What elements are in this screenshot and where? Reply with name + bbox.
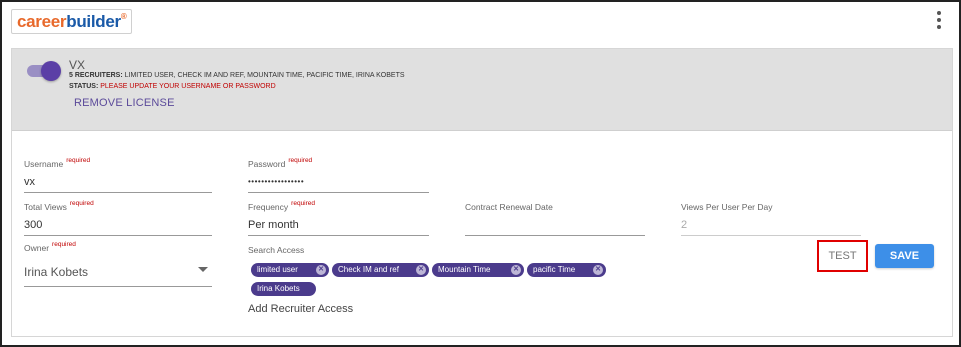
contract-renewal-input[interactable] — [465, 218, 645, 232]
total-views-label: Total Views required — [24, 200, 94, 212]
views-per-user-label: Views Per User Per Day — [681, 202, 773, 212]
chip-check-im-and-ref[interactable]: Check IM and ref ✕ — [332, 263, 429, 277]
remove-license-button[interactable]: REMOVE LICENSE — [74, 97, 175, 109]
search-access-label-wrap: Search Access — [248, 245, 448, 255]
recruiters-line: 5 RECRUITERS: LIMITED USER, CHECK IM AND… — [69, 72, 405, 79]
password-field[interactable]: Password required ••••••••••••••••• — [248, 157, 429, 193]
contract-renewal-label: Contract Renewal Date — [465, 202, 553, 212]
username-field[interactable]: Username required vx — [24, 157, 212, 193]
chip-irina-kobets[interactable]: Irina Kobets — [251, 282, 316, 296]
chip-remove-icon[interactable]: ✕ — [316, 265, 326, 275]
chip-remove-icon[interactable]: ✕ — [593, 265, 603, 275]
app-frame: careerbuilder® VX 5 RECRUITERS: LIMITED … — [0, 0, 961, 347]
total-views-input[interactable]: 300 — [24, 218, 212, 232]
test-button[interactable]: TEST — [817, 240, 868, 272]
frequency-input[interactable]: Per month — [248, 218, 429, 232]
toggle-knob — [41, 61, 61, 81]
username-label: Username required — [24, 157, 91, 169]
chip-limited-user[interactable]: limited user ✕ — [251, 263, 329, 277]
frequency-label: Frequency required — [248, 200, 316, 212]
owner-label-wrap: Owner required — [24, 241, 212, 253]
license-title: VX — [69, 58, 86, 72]
status-line: STATUS: PLEASE UPDATE YOUR USERNAME OR P… — [69, 83, 276, 90]
views-per-user-input[interactable]: 2 — [681, 218, 861, 232]
contract-renewal-field[interactable]: Contract Renewal Date — [465, 202, 645, 236]
license-toggle[interactable] — [27, 61, 61, 81]
chip-remove-icon[interactable]: ✕ — [416, 265, 426, 275]
owner-label: Owner required — [24, 241, 76, 253]
views-per-user-field[interactable]: Views Per User Per Day 2 — [681, 202, 861, 236]
owner-select[interactable]: Irina Kobets — [24, 257, 212, 287]
frequency-field[interactable]: Frequency required Per month — [248, 200, 429, 236]
chip-pacific-time[interactable]: pacific Time ✕ — [527, 263, 606, 277]
password-input[interactable]: ••••••••••••••••• — [248, 175, 429, 189]
add-recruiter-access-button[interactable]: Add Recruiter Access — [248, 303, 353, 315]
username-input[interactable]: vx — [24, 175, 212, 189]
more-vertical-icon[interactable] — [936, 11, 942, 29]
license-header: VX 5 RECRUITERS: LIMITED USER, CHECK IM … — [12, 49, 952, 131]
chevron-down-icon — [198, 267, 208, 272]
careerbuilder-logo[interactable]: careerbuilder® — [11, 9, 133, 34]
search-access-label: Search Access — [248, 245, 305, 255]
owner-value: Irina Kobets — [24, 265, 89, 279]
logo-text: careerbuilder® — [17, 11, 127, 31]
total-views-field[interactable]: Total Views required 300 — [24, 200, 212, 236]
chip-mountain-time[interactable]: Mountain Time ✕ — [432, 263, 524, 277]
password-label: Password required — [248, 157, 313, 169]
save-button[interactable]: SAVE — [875, 244, 934, 268]
chip-remove-icon[interactable]: ✕ — [511, 265, 521, 275]
